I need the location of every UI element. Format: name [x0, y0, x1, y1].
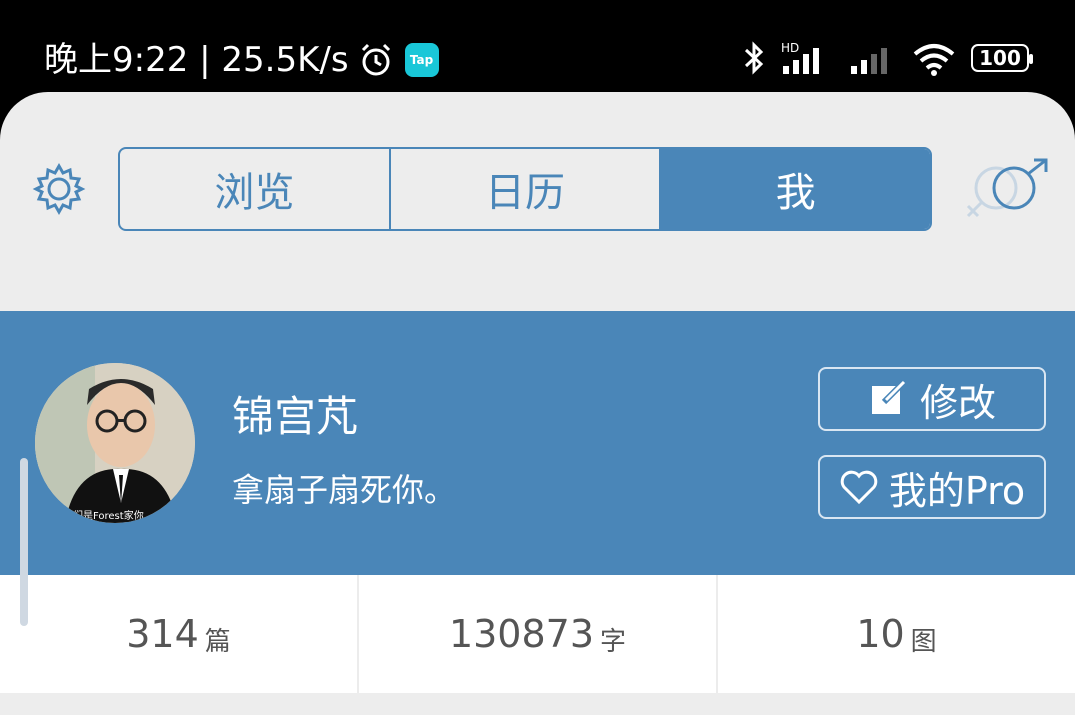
stat-unit: 图: [910, 626, 937, 657]
gender-icon[interactable]: [962, 158, 1052, 220]
avatar-image: [35, 363, 195, 523]
avatar-caption: 我们是Forest家你: [63, 511, 144, 522]
avatar[interactable]: 我们是Forest家你: [35, 363, 195, 523]
signal-hd-icon: HD: [781, 41, 819, 74]
svg-text:HD: HD: [781, 41, 799, 55]
bottom-divider: [0, 693, 1075, 715]
stat-images[interactable]: 10 图: [718, 575, 1075, 693]
stat-value: 314: [126, 612, 199, 656]
segmented-tabs: 浏览 日历 我: [118, 147, 932, 231]
edit-icon: [871, 379, 907, 414]
alarm-icon: [361, 43, 390, 76]
tab-me[interactable]: 我: [661, 149, 930, 229]
stat-value: 130873: [448, 612, 595, 656]
time-speed: 晚上9:22 | 25.5K/s: [44, 40, 349, 80]
stat-value: 10: [856, 612, 905, 656]
username: 锦宫芃: [232, 392, 359, 441]
stats-bar: 314 篇 130873 字 10 图: [0, 575, 1075, 693]
heart-icon: [840, 470, 878, 505]
status-right: HD 100: [743, 40, 1033, 76]
stat-unit: 字: [600, 626, 627, 657]
stat-articles[interactable]: 314 篇: [0, 575, 359, 693]
signal-icon: [851, 48, 887, 74]
user-bio: 拿扇子扇死你。: [232, 471, 457, 509]
status-bar: 晚上9:22 | 25.5K/s Tap HD 100: [0, 0, 1075, 92]
battery-indicator: 100: [971, 44, 1033, 72]
my-pro-button[interactable]: 我的Pro: [818, 455, 1046, 519]
stat-words[interactable]: 130873 字: [359, 575, 718, 693]
pro-label: 我的Pro: [888, 468, 1026, 513]
profile-card: 我们是Forest家你 锦宫芃 拿扇子扇死你。 修改 我的Pro: [0, 311, 1075, 575]
wifi-icon: [913, 44, 955, 76]
stat-unit: 篇: [204, 626, 231, 657]
tab-browse[interactable]: 浏览: [120, 149, 391, 229]
scroll-indicator[interactable]: [20, 458, 28, 626]
edit-label: 修改: [919, 380, 996, 425]
edit-profile-button[interactable]: 修改: [818, 367, 1046, 431]
tab-calendar[interactable]: 日历: [391, 149, 662, 229]
status-left: 晚上9:22 | 25.5K/s Tap: [44, 38, 439, 82]
bluetooth-icon: [744, 41, 764, 75]
app-screen: 浏览 日历 我 我们是Forest家你 锦宫芃 拿扇子扇死你。 修改 我的Pro…: [0, 92, 1075, 715]
tap-app-icon: Tap: [404, 43, 439, 77]
gear-icon[interactable]: [32, 162, 86, 216]
